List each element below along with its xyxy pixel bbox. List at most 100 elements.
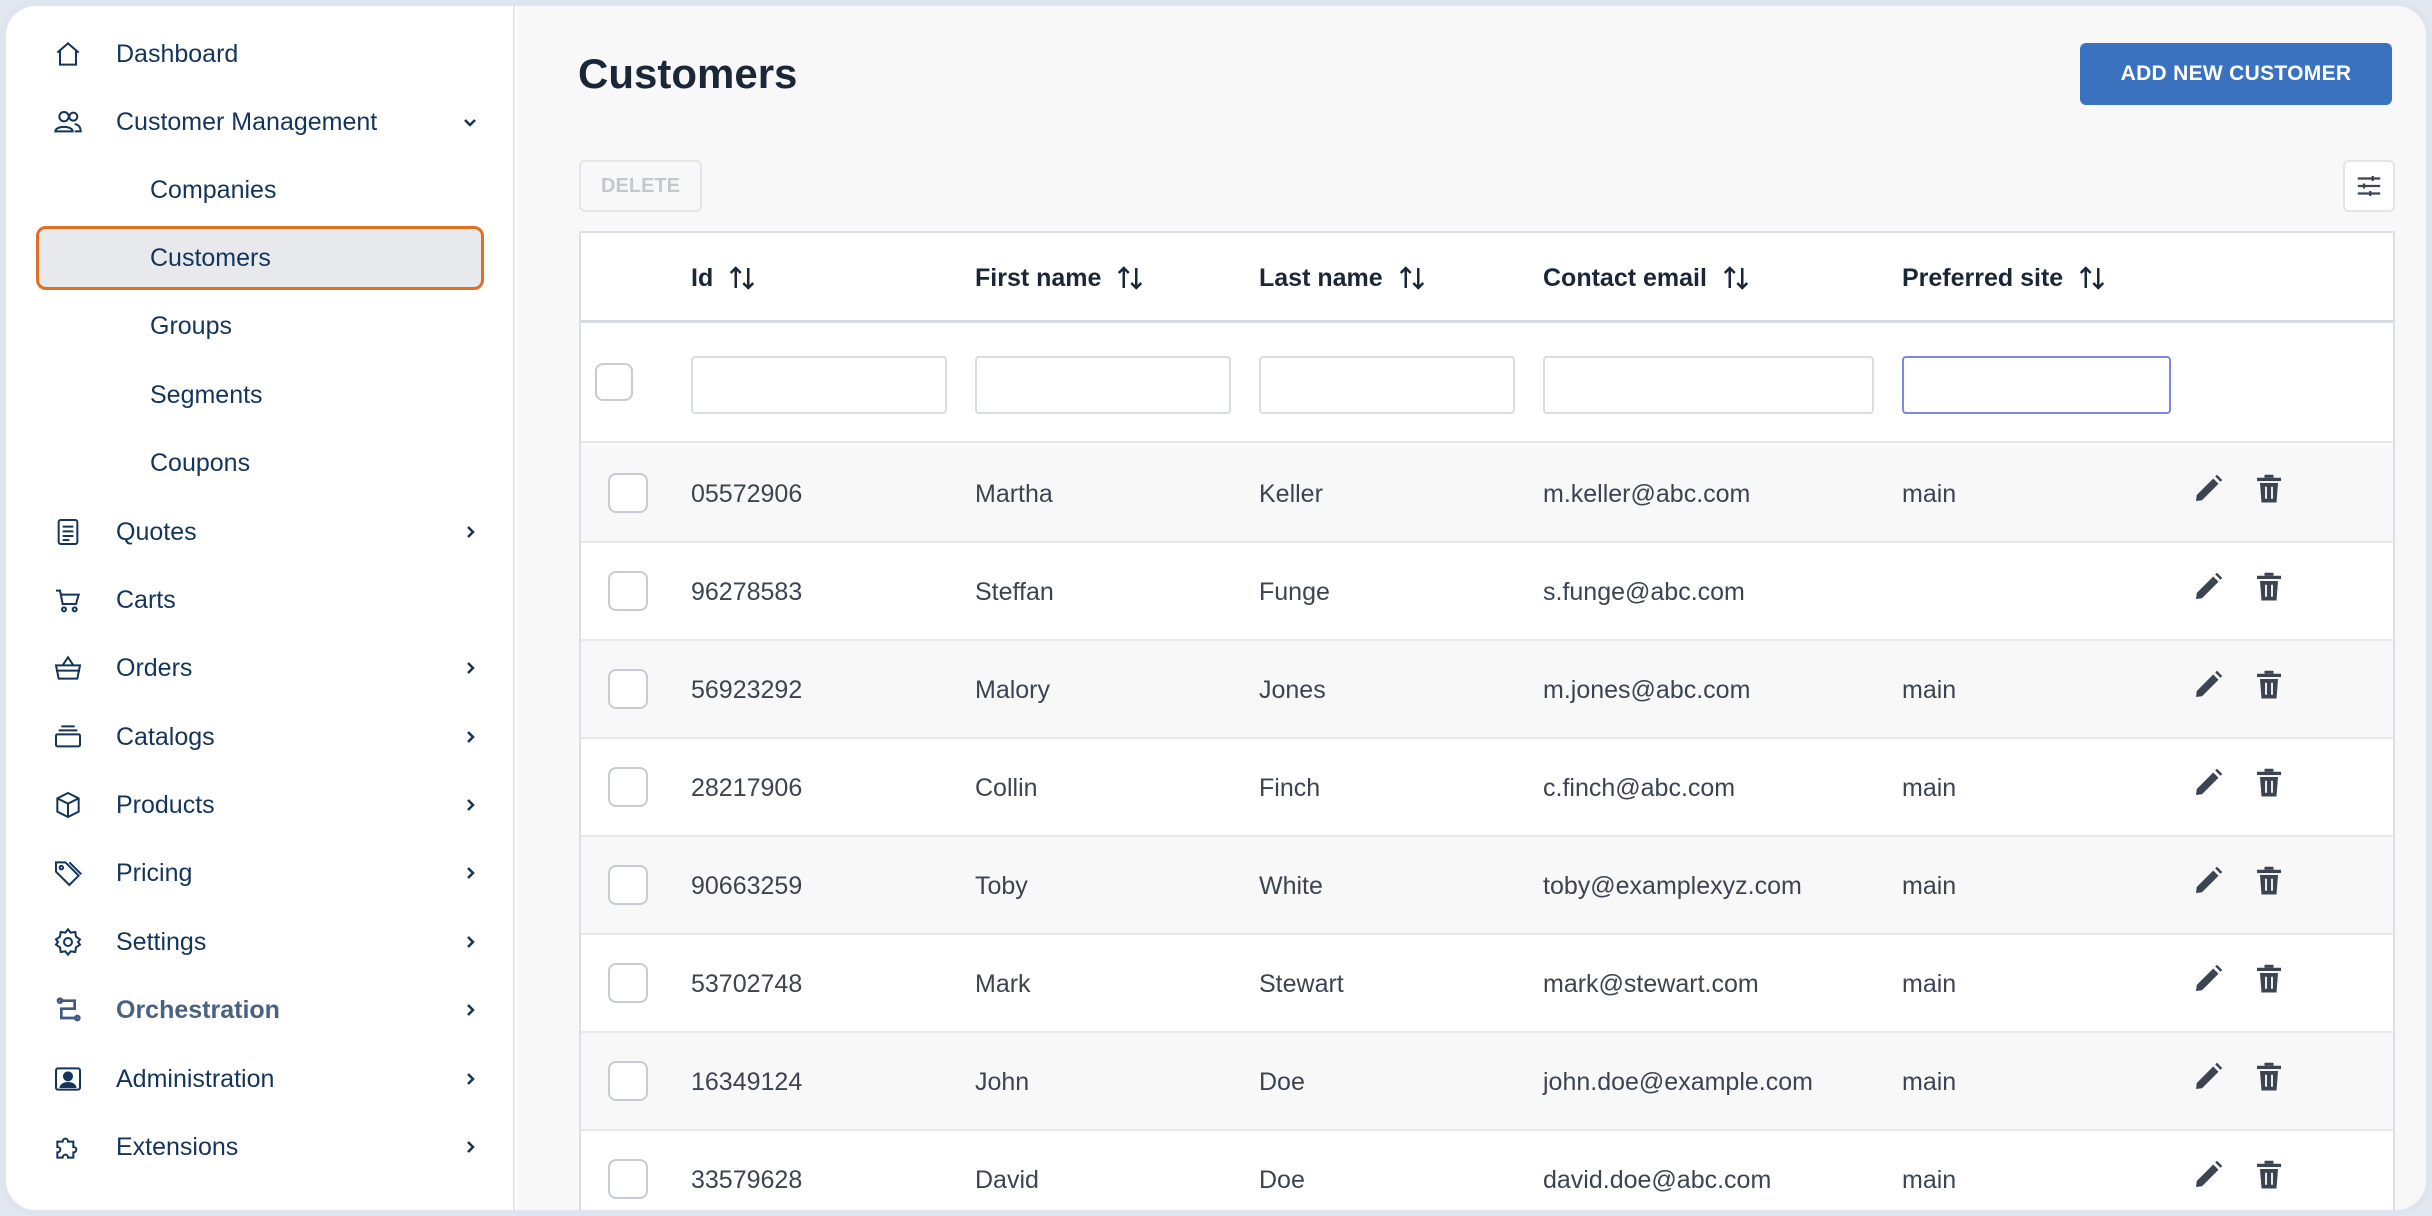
column-header-contact-email[interactable]: Contact email (1543, 233, 1751, 323)
sidebar-item-label: Carts (116, 585, 176, 614)
add-new-customer-button[interactable]: ADD NEW CUSTOMER (2080, 43, 2392, 105)
sidebar-item-orders[interactable]: Orders (6, 636, 515, 700)
sidebar-item-pricing[interactable]: Pricing (6, 841, 515, 905)
users-icon (50, 104, 86, 140)
sidebar-subitem-coupons[interactable]: Coupons (36, 431, 484, 495)
chevron-right-icon (458, 520, 482, 544)
sidebar-subitem-companies[interactable]: Companies (36, 158, 484, 222)
cell-first-name: John (975, 1067, 1030, 1096)
edit-icon[interactable] (2190, 1059, 2226, 1095)
row-checkbox[interactable] (608, 473, 648, 513)
column-settings-button[interactable] (2343, 160, 2395, 212)
column-header-first-name[interactable]: First name (975, 233, 1145, 323)
sidebar-item-catalogs[interactable]: Catalogs (6, 705, 515, 769)
trash-icon[interactable] (2251, 961, 2287, 997)
app-window: Dashboard Customer Management Companies … (0, 0, 2432, 1216)
sidebar-subitem-label: Customers (150, 243, 271, 272)
column-label: Contact email (1543, 263, 1707, 292)
sidebar-item-products[interactable]: Products (6, 773, 515, 837)
edit-icon[interactable] (2190, 569, 2226, 605)
trash-icon[interactable] (2251, 667, 2287, 703)
delete-button[interactable]: DELETE (579, 160, 702, 212)
cell-first-name: Malory (975, 675, 1051, 704)
column-label: Preferred site (1902, 263, 2064, 292)
cell-contact-email: c.finch@abc.com (1543, 773, 1736, 802)
row-checkbox[interactable] (608, 767, 648, 807)
edit-icon[interactable] (2190, 667, 2226, 703)
row-checkbox[interactable] (608, 1159, 648, 1199)
sidebar-item-administration[interactable]: Administration (6, 1047, 515, 1111)
column-header-id[interactable]: Id (691, 233, 757, 323)
sidebar-item-customer-management[interactable]: Customer Management (6, 90, 515, 154)
row-checkbox[interactable] (608, 669, 648, 709)
trash-icon[interactable] (2251, 765, 2287, 801)
sidebar-item-label: Orders (116, 653, 193, 682)
table-row: 96278583 Steffan Funge s.funge@abc.com (581, 543, 2393, 641)
sidebar: Dashboard Customer Management Companies … (6, 6, 515, 1210)
table-row: 16349124 John Doe john.doe@example.com main (581, 1033, 2393, 1131)
sidebar-item-label: Administration (116, 1064, 275, 1093)
cell-contact-email: david.doe@abc.com (1543, 1165, 1772, 1194)
table-header: Id First name Last name Contact email Pr… (581, 233, 2393, 323)
cell-first-name: Mark (975, 969, 1031, 998)
cell-contact-email: m.jones@abc.com (1543, 675, 1751, 704)
chevron-right-icon (458, 793, 482, 817)
cell-id: 56923292 (691, 675, 803, 704)
filter-input-preferred-site[interactable] (1902, 356, 2171, 414)
cell-first-name: David (975, 1165, 1039, 1194)
filter-input-last-name[interactable] (1259, 356, 1515, 414)
filter-input-first-name[interactable] (975, 356, 1231, 414)
box-icon (50, 787, 86, 823)
layers-icon (50, 719, 86, 755)
edit-icon[interactable] (2190, 765, 2226, 801)
chevron-right-icon (458, 725, 482, 749)
sidebar-subitem-segments[interactable]: Segments (36, 363, 484, 427)
column-header-preferred-site[interactable]: Preferred site (1902, 233, 2107, 323)
filter-input-id[interactable] (691, 356, 947, 414)
row-checkbox[interactable] (608, 963, 648, 1003)
table-row: 56923292 Malory Jones m.jones@abc.com main (581, 641, 2393, 739)
sidebar-item-label: Extensions (116, 1132, 239, 1161)
trash-icon[interactable] (2251, 1157, 2287, 1193)
sidebar-item-orchestration[interactable]: Orchestration (6, 978, 515, 1042)
chevron-right-icon (458, 930, 482, 954)
edit-icon[interactable] (2190, 471, 2226, 507)
sort-icon (1723, 266, 1749, 290)
cell-last-name: Stewart (1259, 969, 1344, 998)
sidebar-item-settings[interactable]: Settings (6, 910, 515, 974)
select-all-checkbox[interactable] (595, 363, 633, 401)
trash-icon[interactable] (2251, 569, 2287, 605)
trash-icon[interactable] (2251, 471, 2287, 507)
puzzle-icon (50, 1129, 86, 1165)
cell-contact-email: john.doe@example.com (1543, 1067, 1813, 1096)
edit-icon[interactable] (2190, 863, 2226, 899)
sidebar-subitem-customers[interactable]: Customers (36, 226, 484, 290)
tag-icon (50, 855, 86, 891)
sidebar-item-dashboard[interactable]: Dashboard (6, 22, 515, 86)
column-label: Last name (1259, 263, 1383, 292)
column-header-last-name[interactable]: Last name (1259, 233, 1427, 323)
filter-input-contact-email[interactable] (1543, 356, 1874, 414)
chevron-right-icon (458, 998, 482, 1022)
trash-icon[interactable] (2251, 863, 2287, 899)
edit-icon[interactable] (2190, 1157, 2226, 1193)
sidebar-subitem-groups[interactable]: Groups (36, 294, 484, 358)
sort-icon (1399, 266, 1424, 290)
trash-icon[interactable] (2251, 1059, 2287, 1095)
sidebar-item-carts[interactable]: Carts (6, 568, 515, 632)
orchestration-icon (50, 992, 86, 1028)
edit-icon[interactable] (2190, 961, 2226, 997)
cell-id: 28217906 (691, 773, 803, 802)
cell-first-name: Steffan (975, 577, 1054, 606)
sidebar-item-extensions[interactable]: Extensions (6, 1115, 515, 1179)
column-label: Id (691, 263, 714, 292)
cell-first-name: Collin (975, 773, 1038, 802)
row-checkbox[interactable] (608, 865, 648, 905)
row-checkbox[interactable] (608, 571, 648, 611)
cell-preferred-site: main (1902, 1165, 1957, 1194)
sidebar-item-quotes[interactable]: Quotes (6, 500, 515, 564)
gear-icon (50, 924, 86, 960)
sidebar-item-label: Products (116, 790, 215, 819)
row-checkbox[interactable] (608, 1061, 648, 1101)
page-title: Customers (578, 50, 798, 97)
